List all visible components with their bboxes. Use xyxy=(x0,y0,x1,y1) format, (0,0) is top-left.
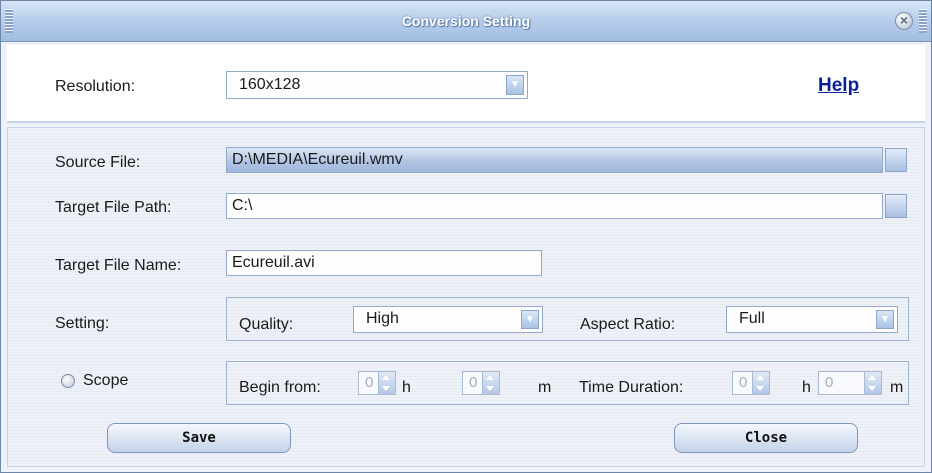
window-title: Conversion Setting xyxy=(401,13,531,29)
chevron-down-icon[interactable]: ▼ xyxy=(876,310,894,329)
title-bar[interactable]: Conversion Setting × xyxy=(1,1,931,42)
quality-select[interactable]: High ▼ xyxy=(353,306,543,333)
target-name-label: Target File Name: xyxy=(55,257,182,274)
source-file-field[interactable]: D:\MEDIA\Ecureuil.wmv xyxy=(226,147,883,173)
quality-value: High xyxy=(366,310,399,327)
scope-radio[interactable] xyxy=(61,374,75,388)
right-grip xyxy=(919,9,927,33)
time-duration-label: Time Duration: xyxy=(579,379,684,396)
duration-hours-value: 0 xyxy=(739,374,748,391)
spin-arrows-icon[interactable] xyxy=(378,372,395,394)
begin-hours-stepper[interactable]: 0 xyxy=(358,371,396,395)
duration-minutes-unit: m xyxy=(890,379,904,396)
begin-minutes-unit: m xyxy=(538,379,552,396)
chevron-down-icon[interactable]: ▼ xyxy=(506,75,524,95)
duration-minutes-value: 0 xyxy=(825,374,834,391)
scope-label: Scope xyxy=(83,372,129,389)
chevron-down-icon[interactable]: ▼ xyxy=(521,310,539,329)
spin-arrows-icon[interactable] xyxy=(864,372,881,394)
resolution-value: 160x128 xyxy=(239,76,301,93)
begin-hours-unit: h xyxy=(402,379,411,396)
target-browse-icon[interactable] xyxy=(885,194,907,218)
target-path-label: Target File Path: xyxy=(55,199,172,216)
close-button[interactable]: Close xyxy=(674,423,858,453)
aspect-ratio-value: Full xyxy=(739,310,765,327)
resolution-label: Resolution: xyxy=(55,78,136,95)
begin-minutes-stepper[interactable]: 0 xyxy=(462,371,500,395)
setting-label: Setting: xyxy=(55,315,110,332)
target-name-field[interactable]: Ecureuil.avi xyxy=(226,250,542,276)
begin-hours-value: 0 xyxy=(365,374,374,391)
duration-hours-stepper[interactable]: 0 xyxy=(732,371,770,395)
begin-minutes-value: 0 xyxy=(469,374,478,391)
duration-hours-unit: h xyxy=(802,379,811,396)
source-file-label: Source File: xyxy=(55,154,141,171)
quality-label: Quality: xyxy=(239,316,294,333)
spin-arrows-icon[interactable] xyxy=(482,372,499,394)
resolution-select[interactable]: 160x128 ▼ xyxy=(226,71,528,99)
target-path-field[interactable]: C:\ xyxy=(226,193,883,219)
begin-from-label: Begin from: xyxy=(239,379,321,396)
aspect-ratio-select[interactable]: Full ▼ xyxy=(726,306,898,333)
help-link[interactable]: Help xyxy=(818,75,859,97)
save-button[interactable]: Save xyxy=(107,423,291,453)
aspect-ratio-label: Aspect Ratio: xyxy=(580,316,676,333)
conversion-setting-dialog: Conversion Setting × Resolution: 160x128… xyxy=(0,0,932,473)
source-browse-icon[interactable] xyxy=(885,148,907,172)
duration-minutes-stepper[interactable]: 0 xyxy=(818,371,882,395)
spin-arrows-icon[interactable] xyxy=(752,372,769,394)
close-icon[interactable]: × xyxy=(895,12,913,30)
